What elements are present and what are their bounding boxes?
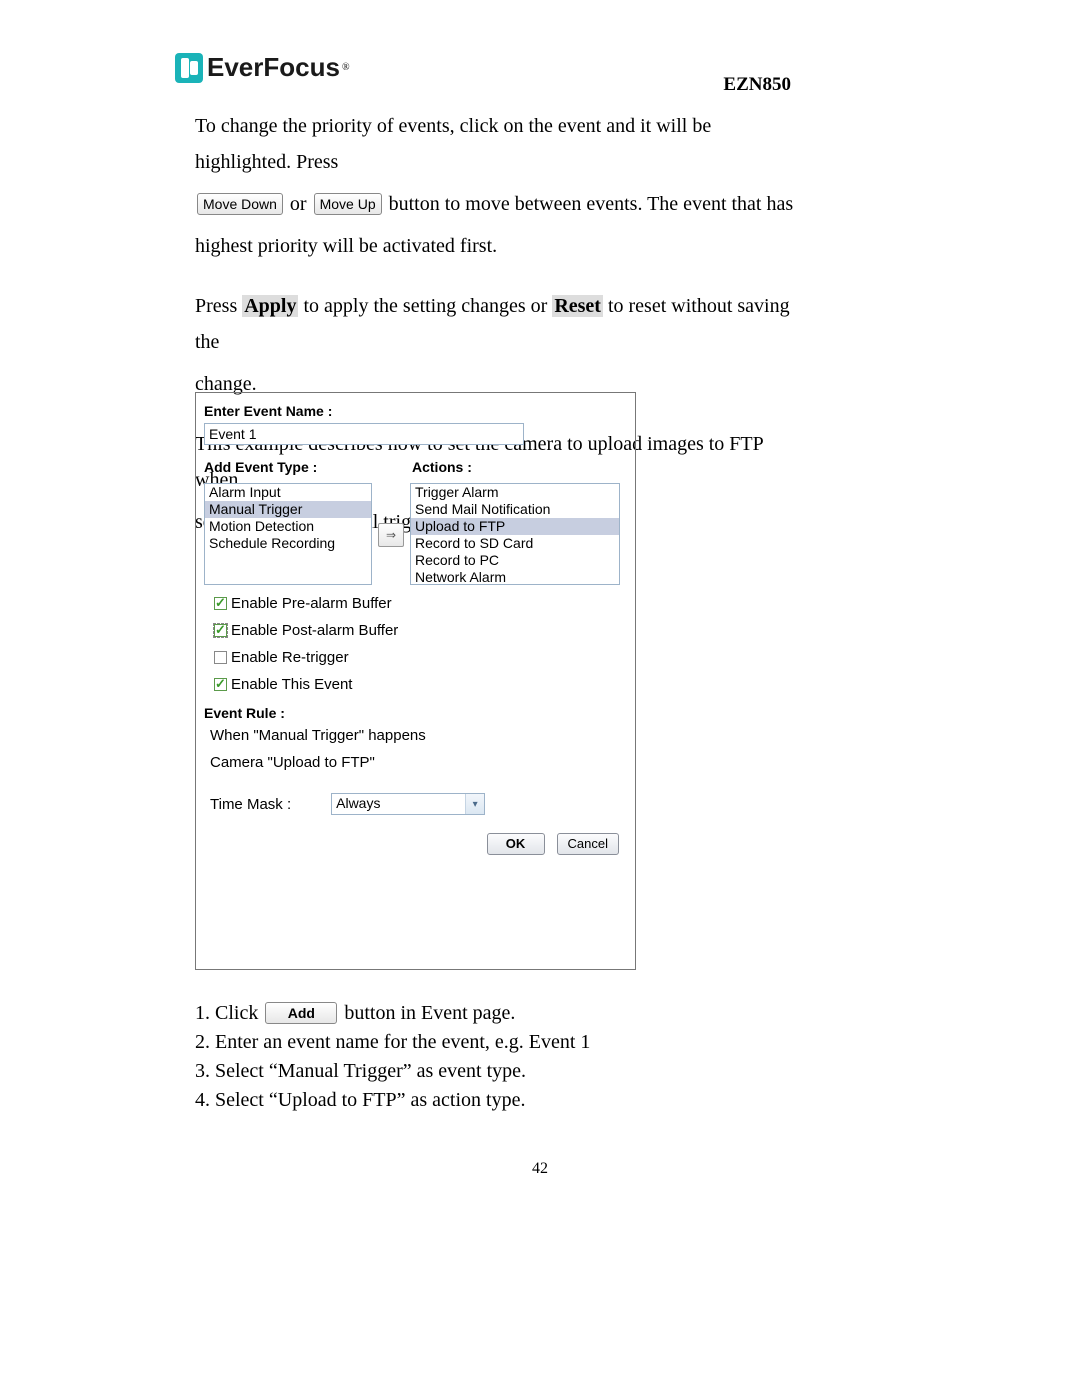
- move-down-button[interactable]: Move Down: [197, 193, 283, 215]
- step2: 2. Enter an event name for the event, e.…: [195, 1029, 590, 1056]
- brand-logo-icon: [175, 53, 203, 83]
- time-mask-label: Time Mask :: [210, 796, 291, 813]
- enable-pre-alarm-checkbox[interactable]: [214, 597, 227, 610]
- event-rule-line1: When "Manual Trigger" happens: [210, 727, 627, 744]
- brand-name: EverFocus: [207, 52, 340, 83]
- event-type-option[interactable]: Schedule Recording: [205, 535, 371, 552]
- move-up-button[interactable]: Move Up: [314, 193, 382, 215]
- add-event-type-label: Add Event Type :: [204, 459, 376, 475]
- step4: 4. Select “Upload to FTP” as action type…: [195, 1087, 590, 1114]
- step1-b: button in Event page.: [344, 1002, 515, 1024]
- para2-a: Press: [195, 295, 242, 317]
- step3: 3. Select “Manual Trigger” as event type…: [195, 1058, 590, 1085]
- enable-post-alarm-checkbox[interactable]: [214, 624, 227, 637]
- event-dialog: Enter Event Name : Add Event Type : Acti…: [195, 392, 636, 970]
- apply-label: Apply: [242, 295, 298, 317]
- event-type-option[interactable]: Alarm Input: [205, 484, 371, 501]
- action-option[interactable]: Upload to FTP: [411, 518, 619, 535]
- chevron-down-icon: ▾: [465, 794, 484, 814]
- assign-arrow-button[interactable]: ⇒: [378, 523, 404, 547]
- action-option[interactable]: Send Mail Notification: [411, 501, 619, 518]
- step1-a: 1. Click: [195, 1002, 263, 1024]
- para1-line3: highest priority will be activated first…: [195, 235, 497, 257]
- actions-listbox[interactable]: Trigger Alarm Send Mail Notification Upl…: [410, 483, 620, 585]
- event-rule-line2: Camera "Upload to FTP": [210, 754, 627, 771]
- enable-this-event-checkbox[interactable]: [214, 678, 227, 691]
- action-option[interactable]: Record to PC: [411, 552, 619, 569]
- time-mask-select[interactable]: Always ▾: [331, 793, 485, 815]
- action-option[interactable]: Network Alarm: [411, 569, 619, 585]
- para1-tail: button to move between events. The event…: [389, 193, 794, 215]
- cancel-button[interactable]: Cancel: [557, 833, 619, 855]
- ok-button[interactable]: OK: [487, 833, 545, 855]
- enter-event-name-label: Enter Event Name :: [204, 403, 627, 419]
- para1-or: or: [290, 193, 312, 215]
- add-button[interactable]: Add: [265, 1002, 337, 1024]
- instruction-steps: 1. Click Add button in Event page. 2. En…: [195, 1000, 590, 1116]
- action-option[interactable]: Trigger Alarm: [411, 484, 619, 501]
- actions-label: Actions :: [412, 459, 472, 475]
- event-type-listbox[interactable]: Alarm Input Manual Trigger Motion Detect…: [204, 483, 372, 585]
- enable-post-alarm-label: Enable Post-alarm Buffer: [231, 622, 398, 639]
- model-number: EZN850: [723, 74, 791, 96]
- page-number: 42: [0, 1160, 1080, 1178]
- page: EverFocus ® EZN850 To change the priorit…: [0, 0, 1080, 1397]
- brand-logo: EverFocus ®: [175, 52, 350, 83]
- event-rule-label: Event Rule :: [204, 705, 627, 721]
- registered-mark: ®: [342, 62, 350, 73]
- para2-b: to apply the setting changes or: [298, 295, 552, 317]
- reset-label: Reset: [552, 295, 603, 317]
- enable-this-event-label: Enable This Event: [231, 676, 352, 693]
- event-type-option[interactable]: Manual Trigger: [205, 501, 371, 518]
- event-type-option[interactable]: Motion Detection: [205, 518, 371, 535]
- event-name-input[interactable]: [204, 423, 524, 445]
- enable-pre-alarm-label: Enable Pre-alarm Buffer: [231, 595, 392, 612]
- action-option[interactable]: Record to SD Card: [411, 535, 619, 552]
- para1-line1: To change the priority of events, click …: [195, 115, 711, 173]
- enable-retrigger-checkbox[interactable]: [214, 651, 227, 664]
- time-mask-value: Always: [332, 794, 465, 814]
- enable-retrigger-label: Enable Re-trigger: [231, 649, 349, 666]
